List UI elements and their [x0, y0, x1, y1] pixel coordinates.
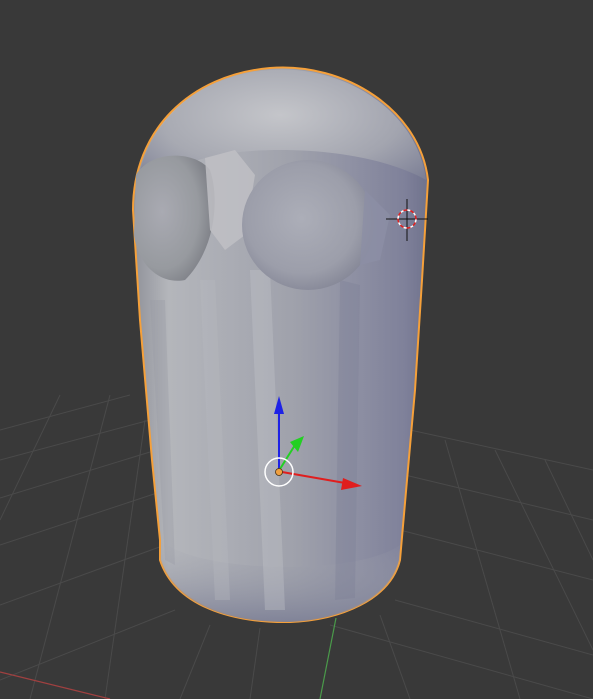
mesh-right-eye: [242, 160, 374, 290]
world-x-axis-line: [0, 671, 111, 699]
object-origin-dot: [275, 468, 283, 476]
selected-mesh-object[interactable]: [131, 66, 430, 624]
viewport-scene[interactable]: [0, 0, 593, 699]
3d-viewport[interactable]: [0, 0, 593, 699]
world-y-axis-line: [319, 617, 337, 699]
